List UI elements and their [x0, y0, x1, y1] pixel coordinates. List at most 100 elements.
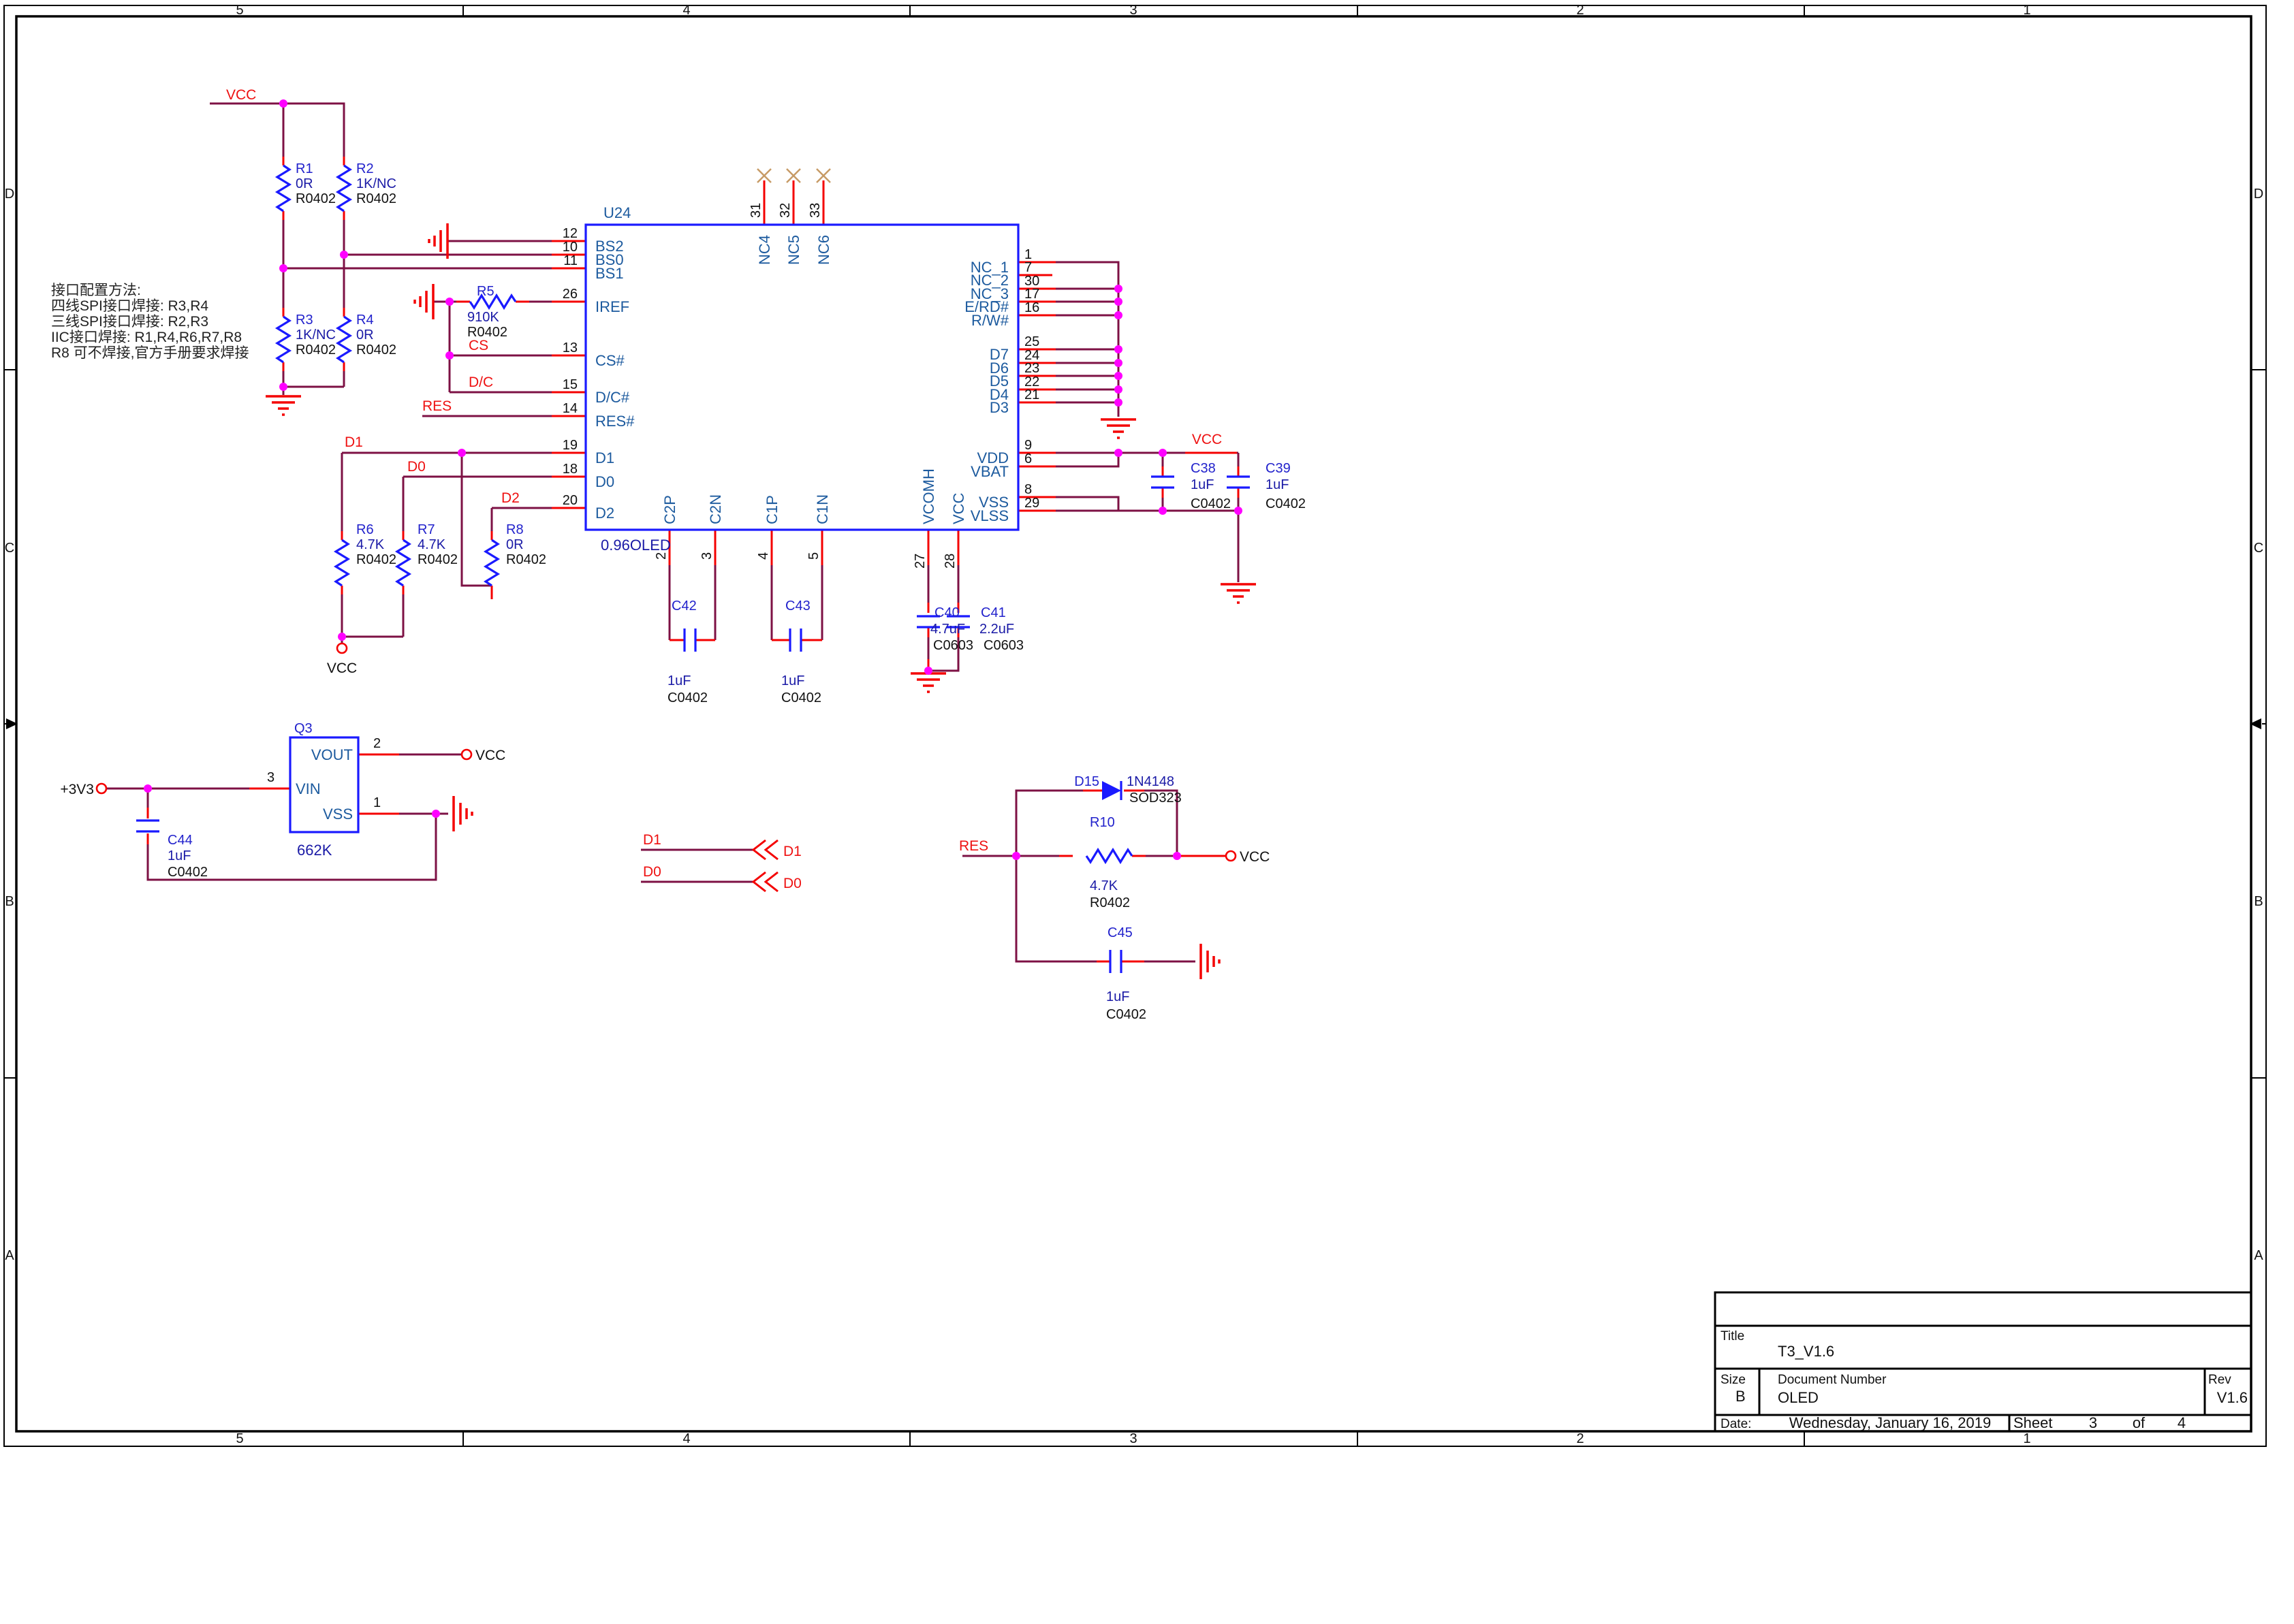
net-label-vcc: VCC: [226, 87, 256, 103]
ref-designator: R7: [418, 522, 435, 537]
pin-number: 15: [563, 377, 578, 392]
part-package: R0402: [356, 191, 396, 206]
zone-col: 5: [236, 3, 243, 18]
part-value: 4.7K: [356, 537, 385, 552]
pin-name: C1N: [814, 494, 831, 524]
part-value: 0R: [296, 176, 313, 191]
pin-number: 26: [563, 287, 578, 302]
part-package: C0603: [933, 638, 973, 653]
pin-number: 14: [563, 401, 578, 416]
pin-name: CS#: [595, 352, 625, 369]
power-label-vcc: VCC: [475, 748, 505, 763]
pin-name: NC4: [756, 235, 773, 265]
part-package: R0402: [296, 343, 336, 357]
pin-name: VCC: [950, 492, 967, 524]
zone-col: 3: [1129, 1431, 1137, 1446]
pin-number: 27: [913, 554, 928, 569]
net-label-d2: D2: [501, 490, 520, 506]
zone-row: B: [5, 894, 14, 909]
net-label-d0: D0: [643, 864, 661, 880]
vcc-port-icon: [462, 750, 471, 759]
zone-row: D: [2254, 187, 2263, 202]
pin-number: 28: [943, 554, 958, 569]
zone-row: C: [2254, 541, 2263, 556]
pin-number: 3: [267, 770, 274, 785]
pin-number: 6: [1024, 451, 1032, 466]
wires: [106, 104, 1238, 961]
part-package: C0402: [1106, 1007, 1146, 1022]
pin-number: 18: [563, 462, 578, 477]
part-package: R0402: [1090, 895, 1130, 910]
part-package: SOD323: [1129, 791, 1182, 806]
vcc-port-icon: [1226, 851, 1236, 861]
junction-dots: [144, 99, 1242, 860]
zone-col: 4: [682, 1431, 690, 1446]
part-package: C0402: [1266, 496, 1306, 511]
pin-number: 21: [1024, 387, 1039, 402]
part-package: C0603: [984, 638, 1024, 653]
component-q3: Q3 662K VOUT VIN VSS 2 3 1: [267, 721, 381, 859]
pin-name: VBAT: [971, 463, 1009, 480]
part-value: 1uF: [1106, 989, 1129, 1004]
pin-number: 29: [1024, 496, 1039, 511]
part-value: 1uF: [168, 848, 191, 863]
pin-number: 10: [563, 240, 578, 255]
component-u24: U24 0.96OLED BS2 BS0 BS1 IREF CS# D/C# R…: [563, 169, 1040, 569]
vcc-port-icon: [337, 643, 347, 653]
rev-label: Rev: [2208, 1373, 2231, 1387]
pin-name: C2N: [707, 494, 724, 524]
power-label-3v3: +3V3: [60, 782, 94, 797]
pin-name: VOUT: [311, 746, 353, 763]
ref-designator: U24: [603, 204, 631, 221]
title-label: Title: [1720, 1329, 1744, 1343]
part-value: 1K/NC: [296, 328, 336, 343]
part-value: 1K/NC: [356, 176, 396, 191]
zone-row: A: [2254, 1248, 2263, 1263]
zone-col: 1: [2023, 1431, 2030, 1446]
title-block: Title T3_V1.6 Size B Document Number OLE…: [1715, 1292, 2251, 1431]
pin-stubs: [148, 157, 1238, 961]
zone-row: C: [5, 541, 14, 556]
pin-number: 3: [700, 552, 714, 560]
part-value: 4.7K: [418, 537, 446, 552]
earth-ground-icon: [454, 796, 472, 831]
pin-number: 33: [808, 203, 823, 218]
ref-designator: C44: [168, 833, 193, 848]
offpage-label-d1: D1: [783, 844, 802, 859]
pin-name: C1P: [764, 495, 781, 524]
ground-icon: [1101, 419, 1136, 438]
note-line: 接口配置方法:: [51, 283, 141, 298]
pin-name: D2: [595, 505, 614, 522]
sheet-label: Sheet: [2013, 1414, 2053, 1431]
pin-number: 9: [1024, 438, 1032, 453]
pin-number: 12: [563, 226, 578, 241]
power-ports: [97, 643, 1236, 861]
note-line: 三线SPI接口焊接: R2,R3: [51, 314, 208, 330]
net-label-d1: D1: [345, 434, 363, 450]
pin-name: R/W#: [971, 312, 1009, 329]
part-package: C0402: [667, 690, 708, 705]
rev-value: V1.6: [2217, 1389, 2248, 1406]
date-value: Wednesday, January 16, 2019: [1789, 1414, 1991, 1431]
zone-col: 4: [682, 3, 690, 18]
docnum-label: Document Number: [1778, 1373, 1887, 1387]
pin-number: 7: [1024, 260, 1032, 275]
net-label-cs: CS: [469, 338, 488, 353]
zone-col: 5: [236, 1431, 243, 1446]
part-package: R0402: [506, 552, 546, 567]
net-label-d0: D0: [407, 459, 426, 475]
zone-col: 1: [2023, 3, 2030, 18]
net-label-dc: D/C: [469, 375, 493, 390]
sheet-number: 3: [2089, 1414, 2097, 1431]
pin-number: 31: [749, 203, 764, 218]
pin-number: 2: [654, 552, 669, 560]
zone-row: A: [5, 1248, 14, 1263]
pin-number: 16: [1024, 300, 1039, 315]
v33-port-icon: [97, 784, 106, 793]
schematic-canvas: 5 4 3 2 1 5 4 3 2 1 D C B A D C B A 接口配置…: [0, 0, 2294, 1621]
pin-number: 25: [1024, 334, 1039, 349]
pin-number: 19: [563, 438, 578, 453]
pin-name: RES#: [595, 413, 635, 430]
ref-designator: C42: [672, 599, 697, 614]
pin-name: D1: [595, 449, 614, 466]
